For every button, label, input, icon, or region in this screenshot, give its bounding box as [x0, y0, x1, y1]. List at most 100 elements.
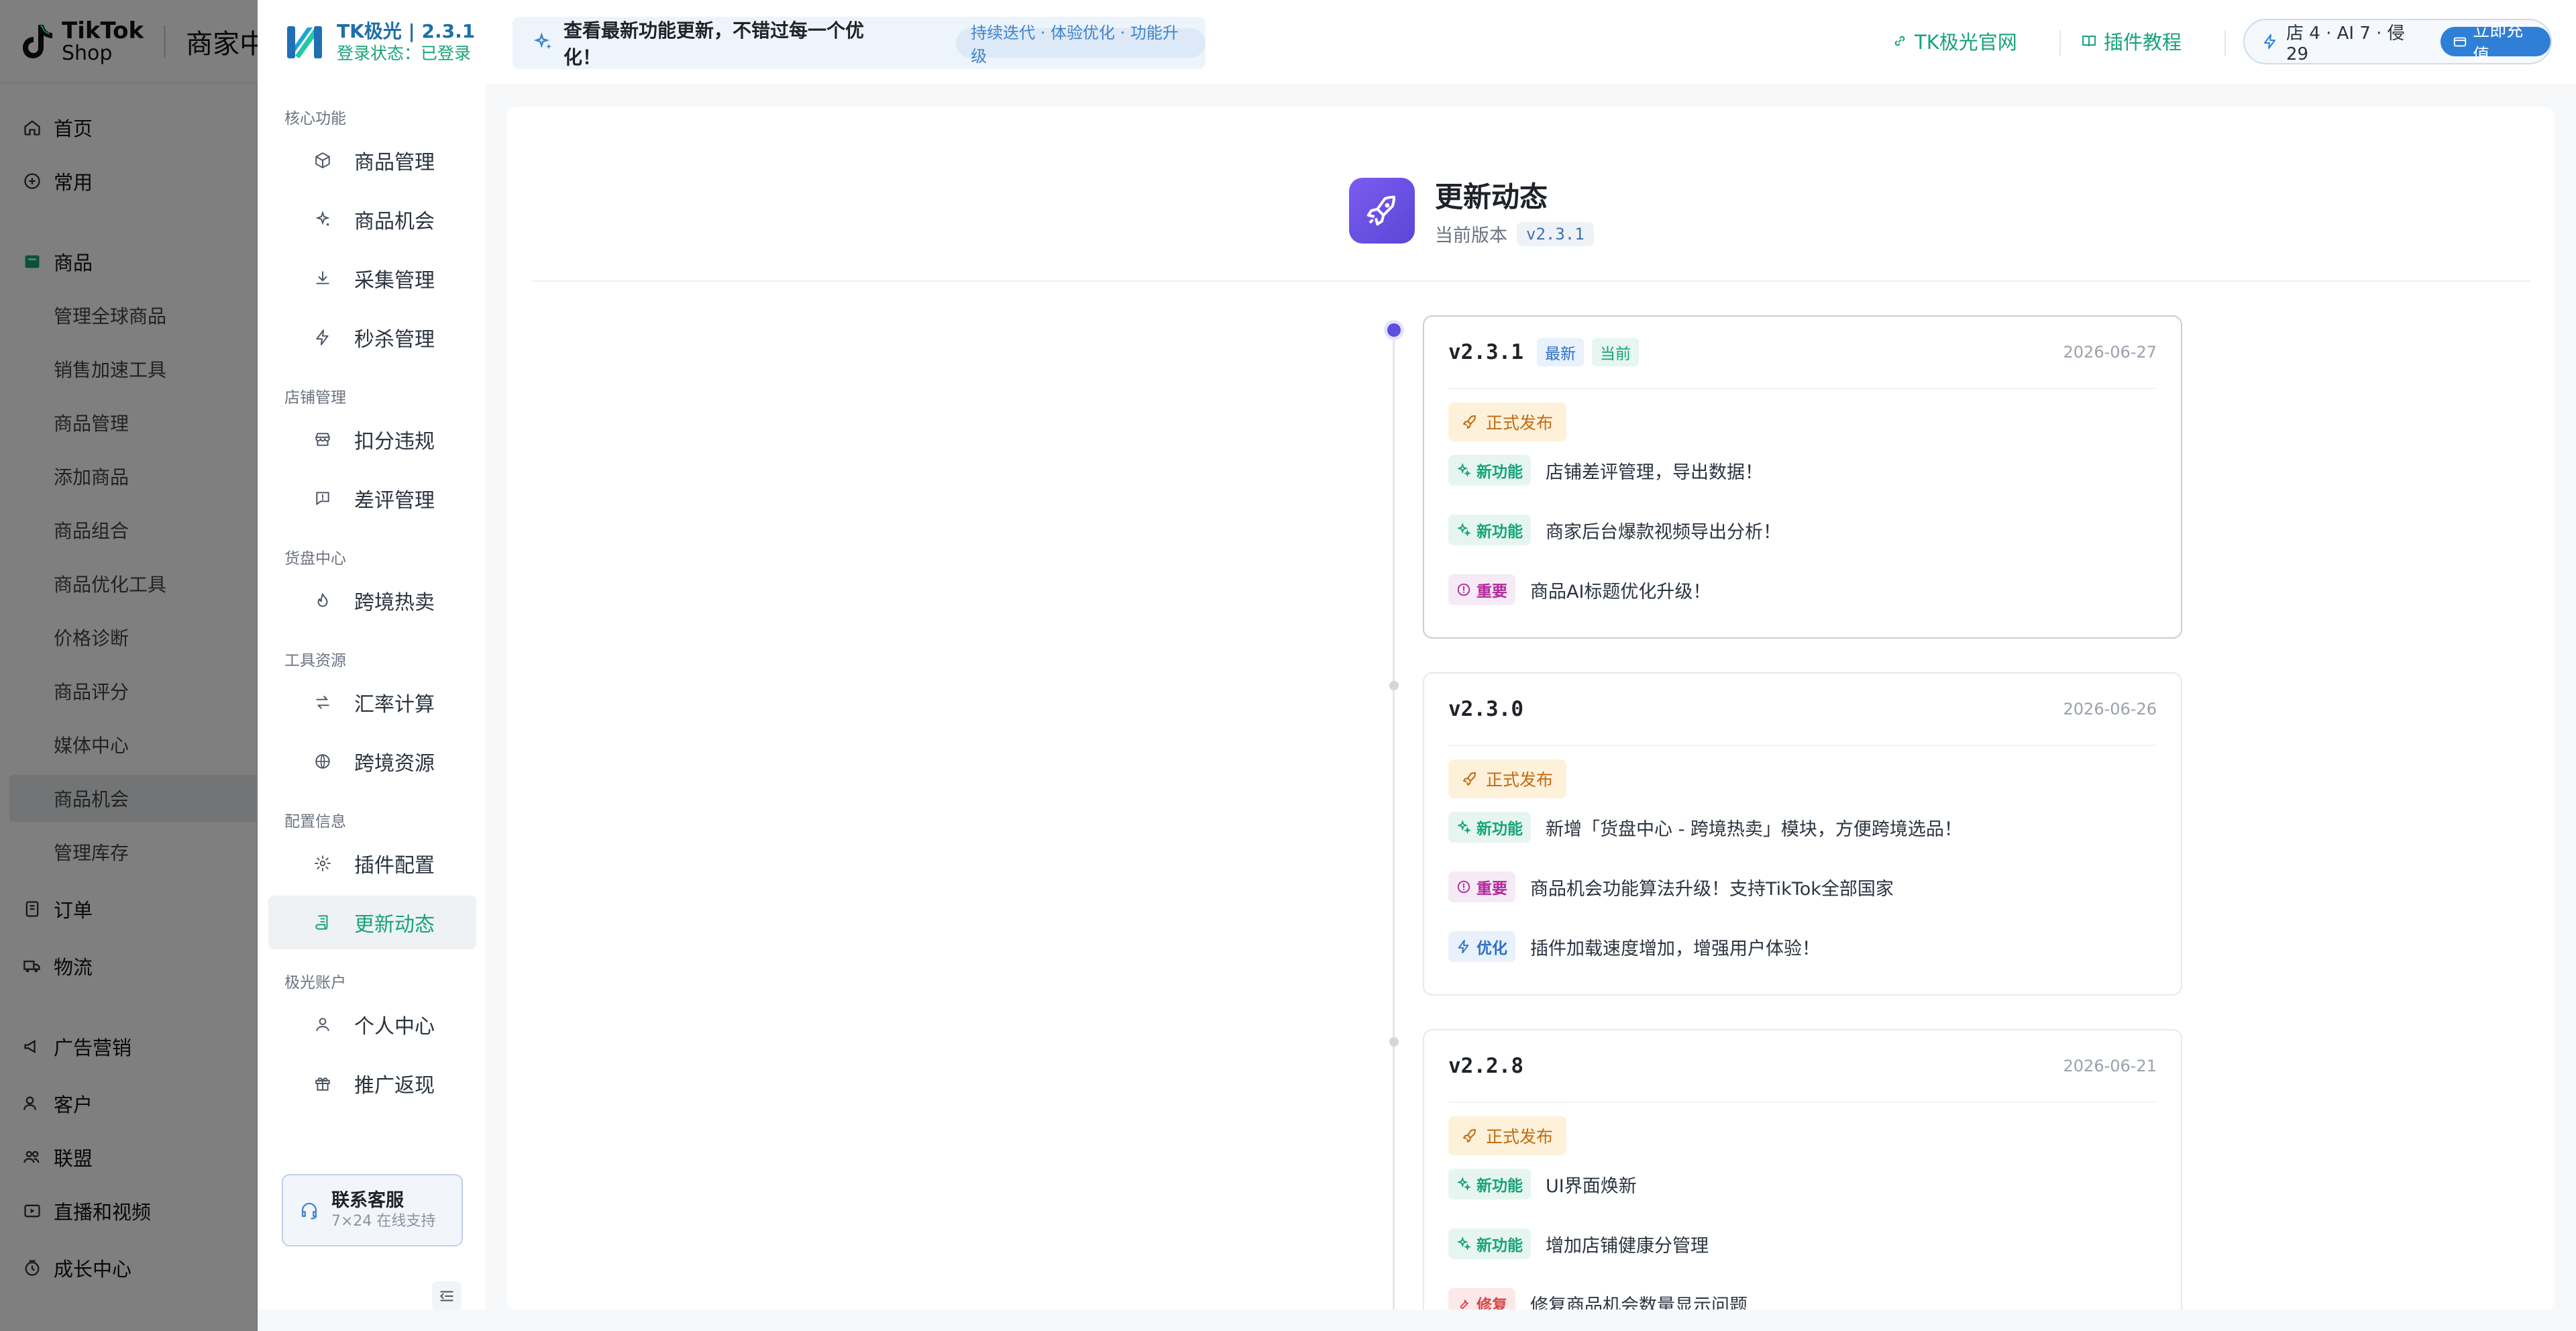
extension-title: TK极光 | 2.3.1 [337, 20, 476, 43]
topbar-divider [2224, 30, 2226, 56]
changelog-entry: 重要 商品AI标题优化升级！ [1448, 574, 1711, 605]
topbar-divider [2059, 30, 2061, 56]
nav-section-title: 货盘中心 [284, 550, 346, 568]
nav-item-profile[interactable]: 个人中心 [268, 998, 476, 1051]
extension-topbar: TK极光 | 2.3.1 登录状态：已登录 查看最新功能更新，不错过每一个优化！… [258, 0, 2576, 84]
nav-section-title: 极光账户 [284, 974, 346, 992]
changelog-entry: 重要 商品机会功能算法升级！支持TikTok全部国家 [1448, 871, 1894, 902]
entry-text: UI界面焕新 [1546, 1175, 1637, 1197]
headset-icon [299, 1200, 319, 1220]
nav-item-label: 差评管理 [354, 489, 435, 513]
nav-item-cross-border-hot[interactable]: 跨境热卖 [268, 574, 476, 627]
sparkle-icon [1456, 820, 1471, 835]
release-version: v2.2.8 [1448, 1054, 1523, 1078]
release-version: v2.3.0 [1448, 697, 1523, 721]
official-site-link[interactable]: TK极光官网 [1892, 27, 2017, 55]
gear-icon [313, 853, 333, 873]
rocket-icon [1462, 1128, 1478, 1144]
sparkle-icon [313, 209, 333, 229]
nav-item-exchange-rate[interactable]: 汇率计算 [268, 676, 476, 729]
nav-item-label: 插件配置 [354, 854, 435, 877]
rocket-icon [1366, 195, 1396, 226]
feature-tag: 新功能 [1448, 1169, 1531, 1200]
nav-item-product-management[interactable]: 商品管理 [268, 134, 476, 187]
sparkle-icon [1456, 1177, 1471, 1191]
entry-text: 商品机会功能算法升级！支持TikTok全部国家 [1530, 878, 1894, 900]
important-tag: 重要 [1448, 871, 1515, 902]
current-badge: 当前 [1591, 338, 1639, 366]
nav-item-update-log[interactable]: 更新动态 [268, 896, 476, 949]
nav-item-label: 更新动态 [354, 913, 435, 937]
official-site-label: TK极光官网 [1915, 31, 2017, 54]
nav-section-title: 核心功能 [284, 110, 346, 127]
entry-text: 增加店铺健康分管理 [1546, 1235, 1709, 1257]
nav-item-label: 跨境资源 [354, 752, 435, 776]
plugin-tutorial-link[interactable]: 插件教程 [2081, 27, 2182, 55]
flame-icon [313, 590, 333, 610]
contact-support-card[interactable]: 联系客服 7×24 在线支持 [282, 1174, 463, 1246]
page-header: 更新动态 当前版本 v2.3.1 [1349, 174, 1594, 247]
release-type-label: 正式发布 [1486, 1127, 1554, 1147]
nav-item-label: 推广返现 [354, 1074, 435, 1098]
release-date: 2026-06-26 [2063, 700, 2157, 718]
release-card: v2.3.0 2026-06-26 正式发布 新功能 新增「货盘中心 - 跨境热… [1423, 672, 2182, 996]
entry-tag-label: 新功能 [1477, 464, 1523, 481]
notice-chip: 持续迭代 · 体验优化 · 功能升级 [956, 23, 1205, 66]
rocket-icon [1462, 414, 1478, 430]
rocket-icon [1462, 771, 1478, 787]
store-icon [313, 429, 333, 449]
feature-tag: 新功能 [1448, 812, 1531, 843]
latest-badge: 最新 [1536, 338, 1584, 366]
nav-item-cross-border-resources[interactable]: 跨境资源 [268, 735, 476, 788]
content-bottom-edge [258, 1310, 2576, 1331]
nav-item-violation[interactable]: 扣分违规 [268, 413, 476, 466]
exchange-icon [313, 692, 333, 712]
timeline-dot [1389, 681, 1399, 690]
current-version-pill: v2.3.1 [1517, 221, 1594, 246]
message-alert-icon [313, 488, 333, 509]
nav-item-flash-sale[interactable]: 秒杀管理 [268, 311, 476, 364]
nav-item-referral[interactable]: 推广返现 [268, 1057, 476, 1110]
entry-text: 新增「货盘中心 - 跨境热卖」模块，方便跨境选品！ [1546, 818, 1962, 840]
notice-text: 查看最新功能更新，不错过每一个优化！ [564, 19, 865, 68]
release-type-badge: 正式发布 [1448, 759, 1567, 798]
link-icon [1892, 33, 1908, 49]
nav-item-negative-reviews[interactable]: 差评管理 [268, 472, 476, 525]
wrench-icon [1456, 1296, 1471, 1311]
aurora-logo-icon [287, 25, 322, 58]
login-status: 登录状态：已登录 [337, 44, 472, 64]
release-header: v2.3.0 2026-06-26 [1448, 674, 2157, 746]
update-log-panel: 更新动态 当前版本 v2.3.1 v2.3.1 最新 当前 2026-06-27 [507, 107, 2555, 1331]
optimize-tag: 优化 [1448, 931, 1515, 962]
scroll-icon [313, 912, 333, 933]
changelog-entry: 新功能 增加店铺健康分管理 [1448, 1228, 1709, 1259]
contact-subtitle: 7×24 在线支持 [331, 1213, 436, 1230]
release-type-badge: 正式发布 [1448, 1116, 1567, 1155]
release-date: 2026-06-27 [2063, 343, 2157, 362]
extension-sidebar: 核心功能 商品管理 商品机会 采集管理 秒杀管理 店铺管理 扣分违规 差评管理 … [258, 84, 486, 1331]
release-version: v2.3.1 [1448, 340, 1523, 364]
entry-tag-label: 新功能 [1477, 820, 1523, 838]
release-type-badge: 正式发布 [1448, 403, 1567, 441]
release-date: 2026-06-21 [2063, 1057, 2157, 1075]
nav-item-collection-management[interactable]: 采集管理 [268, 252, 476, 305]
recharge-button[interactable]: 立即充值 [2440, 21, 2551, 64]
feature-tag: 新功能 [1448, 1228, 1531, 1259]
extension-panel: TK极光 | 2.3.1 登录状态：已登录 查看最新功能更新，不错过每一个优化！… [258, 0, 2576, 1331]
changelog-entry: 新功能 新增「货盘中心 - 跨境热卖」模块，方便跨境选品！ [1448, 812, 1962, 843]
extension-brand: TK极光 | 2.3.1 登录状态：已登录 [284, 19, 486, 64]
collapse-sidebar-button[interactable] [432, 1281, 462, 1311]
sparkle-icon [1456, 523, 1471, 537]
changelog-entry: 新功能 店铺差评管理，导出数据！ [1448, 455, 1763, 486]
nav-item-product-opportunity[interactable]: 商品机会 [268, 193, 476, 246]
nav-item-label: 扣分违规 [354, 430, 435, 454]
changelog-entry: 新功能 商家后台爆款视频导出分析！ [1448, 515, 1781, 545]
entry-tag-label: 新功能 [1477, 1237, 1523, 1255]
download-icon [313, 268, 333, 288]
nav-item-plugin-settings[interactable]: 插件配置 [268, 837, 476, 890]
nav-section-title: 工具资源 [284, 652, 346, 670]
user-icon [313, 1014, 333, 1034]
entry-tag-label: 重要 [1477, 583, 1507, 600]
bolt-icon [1456, 939, 1471, 954]
recharge-label: 立即充值 [2473, 21, 2524, 64]
